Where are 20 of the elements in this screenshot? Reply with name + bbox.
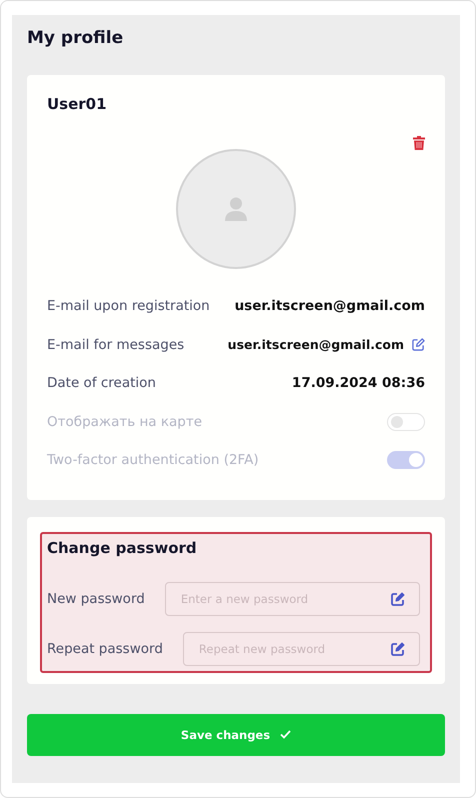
- edit-icon[interactable]: [412, 338, 425, 352]
- field-label: Two-factor authentication (2FA): [47, 452, 259, 468]
- field-value: user.itscreen@gmail.com: [228, 337, 404, 352]
- field-label: E-mail upon registration: [47, 298, 210, 314]
- check-icon: [280, 730, 292, 739]
- edit-icon[interactable]: [391, 642, 405, 656]
- field-value: 17.09.2024 08:36: [292, 375, 425, 392]
- save-button[interactable]: Save changes: [27, 714, 445, 756]
- field-value: user.itscreen@gmail.com: [234, 298, 425, 314]
- field-label: E-mail for messages: [47, 336, 184, 353]
- field-label: Date of creation: [47, 375, 156, 392]
- section-title: Change password: [47, 538, 198, 556]
- edit-icon[interactable]: [391, 592, 405, 606]
- username: User01: [47, 95, 108, 113]
- user-icon: [225, 197, 247, 221]
- page-title: My profile: [27, 27, 124, 50]
- field-label: Repeat password: [47, 640, 163, 656]
- field-label: Отображать на карте: [47, 414, 202, 430]
- trash-icon[interactable]: [413, 136, 425, 150]
- field-label: New password: [47, 590, 145, 606]
